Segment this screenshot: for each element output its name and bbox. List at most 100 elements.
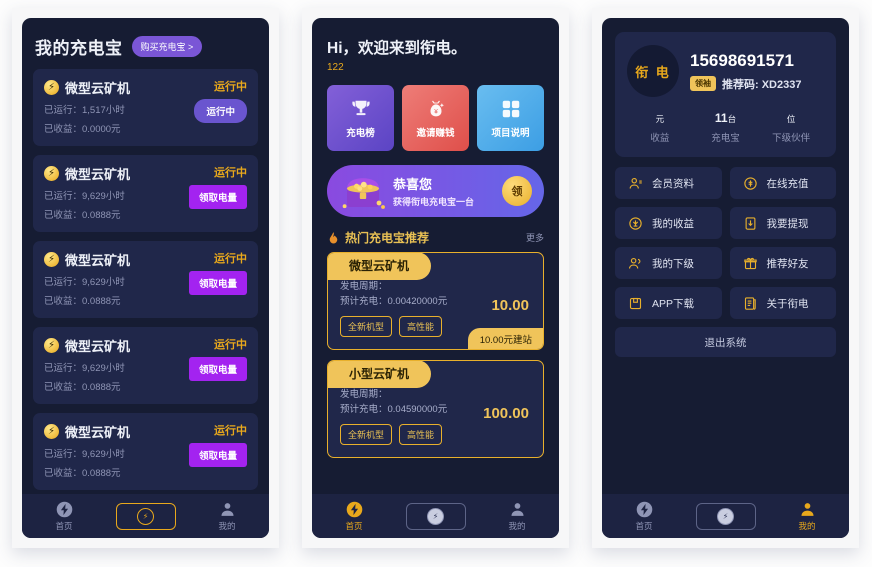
nav-label-home: 首页: [55, 520, 73, 531]
banner-claim-button[interactable]: 领: [502, 176, 532, 206]
claim-power-button[interactable]: 领取电量: [188, 271, 247, 295]
profile-phone: 15698691571: [690, 50, 795, 70]
product-card[interactable]: 小型云矿机 发电周期： 预计充电：0.04590000元 100.00 全新机型 高性能: [327, 360, 544, 458]
menu-item-coin[interactable]: 在线充值: [729, 167, 836, 199]
stat-value: 11台: [693, 111, 759, 125]
bolt-icon: [346, 501, 363, 518]
powerbank-card[interactable]: ⚡ 微型云矿机 运行中 已运行：9,629小时 已收益：0.0888元 领取电量: [33, 155, 258, 232]
stat-label: 充电宝: [711, 133, 740, 144]
nav-center-charge-button[interactable]: ⚡: [115, 502, 176, 530]
coin-icon: [743, 176, 758, 191]
hot-section-more-link[interactable]: 更多: [526, 231, 544, 244]
powerbank-card[interactable]: ⚡ 微型云矿机 运行中 已运行：1,517小时 已收益：0.0000元 运行中: [33, 69, 258, 146]
status-badge: 运行中: [214, 425, 247, 437]
product-price: 10.00: [491, 297, 529, 314]
reward-banner[interactable]: 恭喜您 获得衔电充电宝一台 领: [327, 165, 544, 217]
logout-button[interactable]: 退出系统: [615, 327, 836, 357]
charge-bolt-icon: ⚡: [717, 507, 734, 525]
tile-project-info[interactable]: 项目说明: [477, 85, 544, 151]
charge-bolt-icon: ⚡: [427, 507, 444, 525]
svg-text:¥: ¥: [434, 108, 438, 115]
powerbank-list-scroll[interactable]: 我的充电宝 购买充电宝 > ⚡ 微型云矿机 运行中 已运行：1,517小时 已收益：0.…: [22, 18, 269, 494]
nav-label-mine: 我的: [798, 520, 816, 531]
powerbank-name: 微型云矿机: [65, 167, 131, 182]
banner-title: 恭喜您: [393, 177, 433, 192]
claim-power-button[interactable]: 领取电量: [188, 185, 247, 209]
stat-item: 元收益: [627, 111, 693, 144]
product-tags: 全新机型 高性能: [340, 424, 531, 445]
bolt-icon: [56, 501, 73, 518]
home-scroll[interactable]: Hi，欢迎来到衔电。 122 充电榜 ¥ 邀请赚钱 项目说明 恭喜您 获得衔电充…: [312, 18, 559, 494]
menu-item-user[interactable]: 会员资料: [615, 167, 722, 199]
powerbank-card[interactable]: ⚡ 微型云矿机 运行中 已运行：9,629小时 已收益：0.0888元 领取电量: [33, 413, 258, 490]
tile-invite-earn[interactable]: ¥ 邀请赚钱: [402, 85, 469, 151]
product-name: 微型云矿机: [328, 253, 432, 280]
nav-item-home[interactable]: 首页: [622, 501, 666, 532]
hot-section-title: 热门充电宝推荐: [345, 231, 430, 245]
avatar[interactable]: 衔 电: [627, 45, 679, 97]
powerbank-name: 微型云矿机: [65, 81, 131, 96]
menu-item-users[interactable]: 我的下级: [615, 247, 722, 279]
claim-power-button[interactable]: 领取电量: [188, 443, 247, 467]
product-cycle-label: 发电周期：: [340, 281, 388, 292]
menu-item-document[interactable]: 关于衔电: [729, 287, 836, 319]
nav-center-charge-button[interactable]: ⚡: [695, 502, 756, 530]
menu-item-label: 我的收益: [652, 217, 694, 230]
hot-section-header: 热门充电宝推荐 更多: [312, 217, 559, 252]
phone-screen-my-powerbanks: 我的充电宝 购买充电宝 > ⚡ 微型云矿机 运行中 已运行：1,517小时 已收益：0.…: [22, 18, 269, 538]
fire-icon: [327, 230, 340, 245]
nav-item-mine[interactable]: 我的: [785, 501, 829, 532]
powerbank-card[interactable]: ⚡ 微型云矿机 运行中 已运行：9,629小时 已收益：0.0888元 领取电量: [33, 327, 258, 404]
phone-screen-home: Hi，欢迎来到衔电。 122 充电榜 ¥ 邀请赚钱 项目说明 恭喜您 获得衔电充…: [312, 18, 559, 538]
product-cycle-label: 发电周期：: [340, 389, 388, 400]
menu-item-gift[interactable]: 推荐好友: [729, 247, 836, 279]
welcome-title: Hi，欢迎来到衔电。: [327, 40, 467, 57]
earnings-icon: [628, 216, 643, 231]
phone-frame-3: 衔 电 15698691571 领袖 推荐码: XD2337 元收益 11台 充电宝…: [592, 8, 859, 548]
nav-item-home[interactable]: 首页: [332, 501, 376, 532]
nav-label-home: 首页: [345, 520, 363, 531]
product-tag: 全新机型: [340, 424, 393, 445]
powerbank-header: 我的充电宝 购买充电宝 >: [22, 18, 269, 69]
screenshot-stage: 我的充电宝 购买充电宝 > ⚡ 微型云矿机 运行中 已运行：1,517小时 已收益：0.…: [0, 0, 872, 567]
claim-power-button[interactable]: 领取电量: [188, 357, 247, 381]
welcome-subtitle: 122: [327, 62, 344, 73]
users-icon: [628, 256, 643, 271]
income-text: 已收益：0.0888元: [44, 468, 121, 479]
bolt-icon: ⚡: [44, 252, 59, 267]
product-price: 100.00: [483, 405, 529, 422]
product-card[interactable]: 微型云矿机 发电周期： 预计充电：0.00420000元 10.00 全新机型 高性能 10…: [327, 252, 544, 350]
running-button[interactable]: 运行中: [194, 99, 247, 123]
menu-item-earnings[interactable]: 我的收益: [615, 207, 722, 239]
income-text: 已收益：0.0888元: [44, 382, 121, 393]
powerbank-card[interactable]: ⚡ 微型云矿机 运行中 已运行：9,629小时 已收益：0.0888元 领取电量: [33, 241, 258, 318]
income-text: 已收益：0.0888元: [44, 296, 121, 307]
menu-item-withdraw[interactable]: 我要提现: [729, 207, 836, 239]
stat-value: 位: [758, 111, 824, 125]
income-text: 已收益：0.0000元: [44, 124, 121, 135]
nav-center-charge-button[interactable]: ⚡: [405, 502, 466, 530]
bolt-icon: ⚡: [44, 80, 59, 95]
menu-item-download[interactable]: APP下载: [615, 287, 722, 319]
buy-powerbank-button[interactable]: 购买充电宝 >: [131, 36, 203, 57]
nav-item-home[interactable]: 首页: [42, 501, 86, 532]
nav-label-home: 首页: [635, 520, 653, 531]
nav-item-mine[interactable]: 我的: [205, 501, 249, 532]
hot-section-left: 热门充电宝推荐: [327, 229, 429, 246]
profile-scroll[interactable]: 衔 电 15698691571 领袖 推荐码: XD2337 元收益 11台 充电宝…: [602, 18, 849, 494]
gift-icon: [743, 256, 758, 271]
stat-number: 11: [714, 111, 728, 125]
banner-subtitle: 获得衔电充电宝一台: [393, 197, 475, 207]
stat-unit: 位: [786, 114, 796, 124]
nav-item-mine[interactable]: 我的: [495, 501, 539, 532]
product-list: 微型云矿机 发电周期： 预计充电：0.00420000元 10.00 全新机型 高性能 10…: [312, 252, 559, 458]
stat-unit: 台: [727, 114, 737, 124]
menu-item-label: 我的下级: [652, 257, 694, 270]
tile-charging-rank[interactable]: 充电榜: [327, 85, 394, 151]
stat-label: 收益: [650, 133, 670, 144]
bolt-icon: ⚡: [44, 338, 59, 353]
product-footer: 10.00元建站: [467, 328, 543, 349]
menu-item-label: APP下载: [652, 297, 695, 310]
download-icon: [628, 296, 643, 311]
profile-info: 15698691571 领袖 推荐码: XD2337: [690, 51, 801, 92]
